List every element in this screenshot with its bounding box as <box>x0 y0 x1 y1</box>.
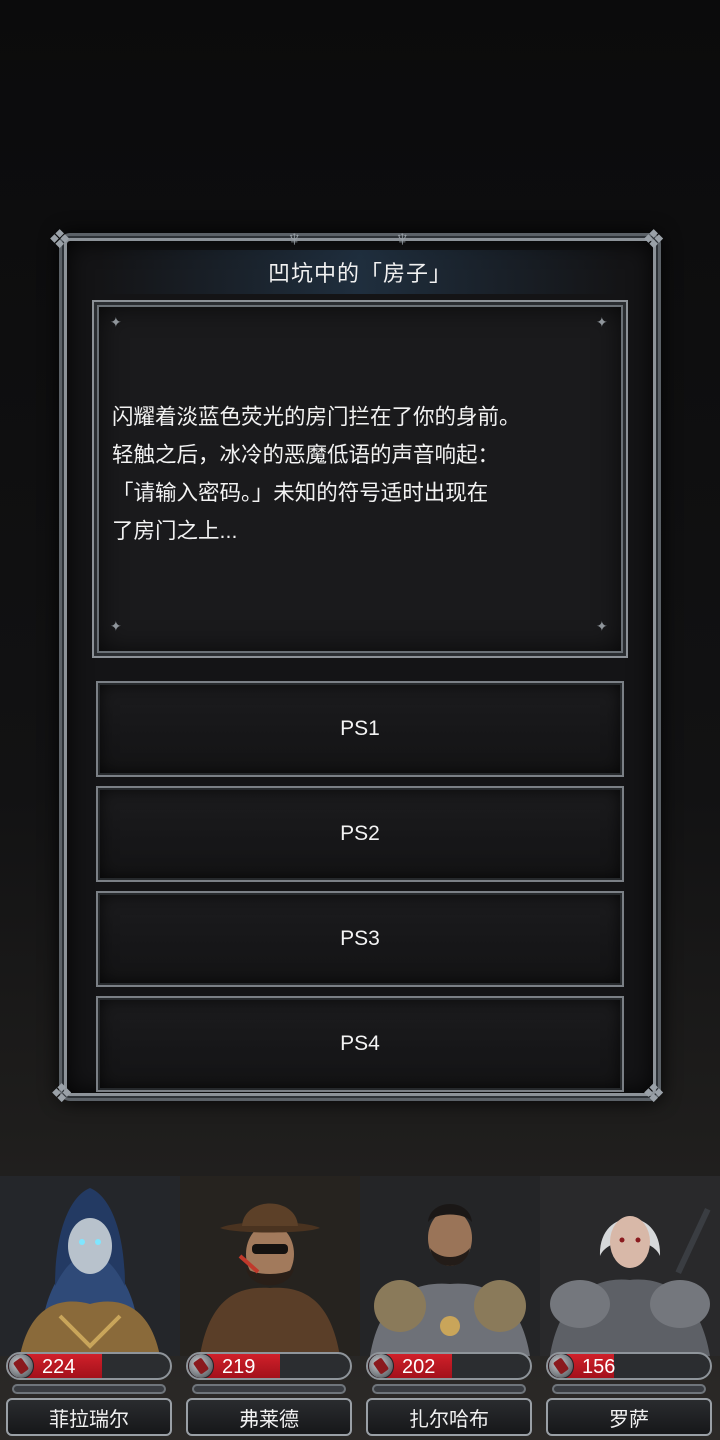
hp-bar: 219 <box>186 1352 352 1380</box>
choice-button-ps4[interactable]: PS4 <box>96 996 624 1092</box>
hp-blood-icon <box>368 1354 394 1378</box>
sparkle-icon: ✦ <box>110 314 122 330</box>
party-member-2[interactable]: 219 弗莱德 <box>180 1176 360 1440</box>
sparkle-icon: ✦ <box>596 618 608 634</box>
hp-value: 219 <box>222 1356 256 1378</box>
event-title-bar: 凹坑中的「房子」 <box>100 250 620 294</box>
party-member-name: 罗萨 <box>546 1398 712 1436</box>
hp-value: 202 <box>402 1356 436 1378</box>
story-line: 了房门之上... <box>112 519 238 543</box>
hooded-sorceress-portrait-icon[interactable] <box>0 1176 180 1356</box>
choice-button-ps1[interactable]: PS1 <box>96 681 624 777</box>
secondary-bar <box>552 1384 706 1394</box>
secondary-bar <box>192 1384 346 1394</box>
hp-value: 156 <box>582 1356 616 1378</box>
hp-blood-icon <box>188 1354 214 1378</box>
event-title: 凹坑中的「房子」 <box>267 261 452 286</box>
armored-knight-woman-portrait-icon[interactable] <box>540 1176 720 1356</box>
frame-ornament-icon: ❖ <box>642 224 666 254</box>
frame-ornament-icon: ❖ <box>642 1078 666 1108</box>
party-member-4[interactable]: 156 罗萨 <box>540 1176 720 1440</box>
hp-blood-icon <box>548 1354 574 1378</box>
sparkle-icon: ✦ <box>596 314 608 330</box>
party-member-1[interactable]: 224 菲拉瑞尔 <box>0 1176 180 1440</box>
hp-bar: 202 <box>366 1352 532 1380</box>
story-text: 闪耀着淡蓝色荧光的房门拦在了你的身前。 轻触之后，冰冷的恶魔低语的声音响起： 「… <box>112 398 622 550</box>
party-member-name: 弗莱德 <box>186 1398 352 1436</box>
sparkle-icon: ✦ <box>110 618 122 634</box>
choice-button-ps3[interactable]: PS3 <box>96 891 624 987</box>
party-member-name: 扎尔哈布 <box>366 1398 532 1436</box>
secondary-bar <box>372 1384 526 1394</box>
party-member-3[interactable]: 202 扎尔哈布 <box>360 1176 540 1440</box>
story-line: 闪耀着淡蓝色荧光的房门拦在了你的身前。 <box>112 405 521 429</box>
hp-bar: 224 <box>6 1352 172 1380</box>
cowboy-gunslinger-portrait-icon[interactable] <box>180 1176 360 1356</box>
story-line: 轻触之后，冰冷的恶魔低语的声音响起： <box>112 443 500 467</box>
crown-ornament-icon: ♆ <box>286 226 303 251</box>
bearded-warrior-portrait-icon[interactable] <box>360 1176 540 1356</box>
crown-ornament-icon: ♆ <box>394 226 411 251</box>
hp-bar: 156 <box>546 1352 712 1380</box>
hp-blood-icon <box>8 1354 34 1378</box>
hp-value: 224 <box>42 1356 76 1378</box>
secondary-bar <box>12 1384 166 1394</box>
frame-ornament-icon: ❖ <box>50 1078 74 1108</box>
frame-ornament-icon: ❖ <box>48 224 72 254</box>
choice-button-ps2[interactable]: PS2 <box>96 786 624 882</box>
story-line: 「请输入密码。」未知的符号适时出现在 <box>112 481 489 505</box>
party-member-name: 菲拉瑞尔 <box>6 1398 172 1436</box>
